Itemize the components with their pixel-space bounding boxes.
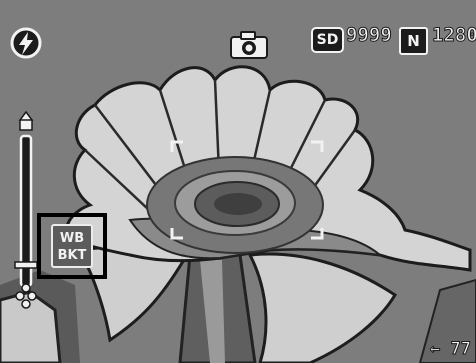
shots-remaining: 9999	[346, 24, 393, 47]
image-size: 1280	[432, 24, 476, 47]
bottom-right-indicator: ← 77	[430, 339, 471, 360]
focus-frame-corners	[170, 140, 324, 240]
focus-corner-top-left	[170, 140, 183, 152]
wb-bracket-icon: WB BKT	[51, 224, 93, 268]
camera-icon	[228, 30, 270, 60]
camera-lcd-screen: SD 9999 N 1280 WB BKT ← 77	[0, 0, 476, 363]
quality-badge: N	[399, 27, 428, 55]
sd-card-badge: SD	[311, 27, 344, 53]
focus-corner-top-right	[311, 140, 324, 152]
flash-auto-icon[interactable]	[9, 26, 43, 60]
focus-corner-bottom-left	[170, 228, 183, 240]
wb-bracket-line1: WB	[59, 231, 85, 246]
focus-corner-bottom-right	[311, 228, 324, 240]
wb-bracket-line2: BKT	[57, 248, 87, 263]
wb-bracket-highlight[interactable]: WB BKT	[37, 213, 107, 279]
